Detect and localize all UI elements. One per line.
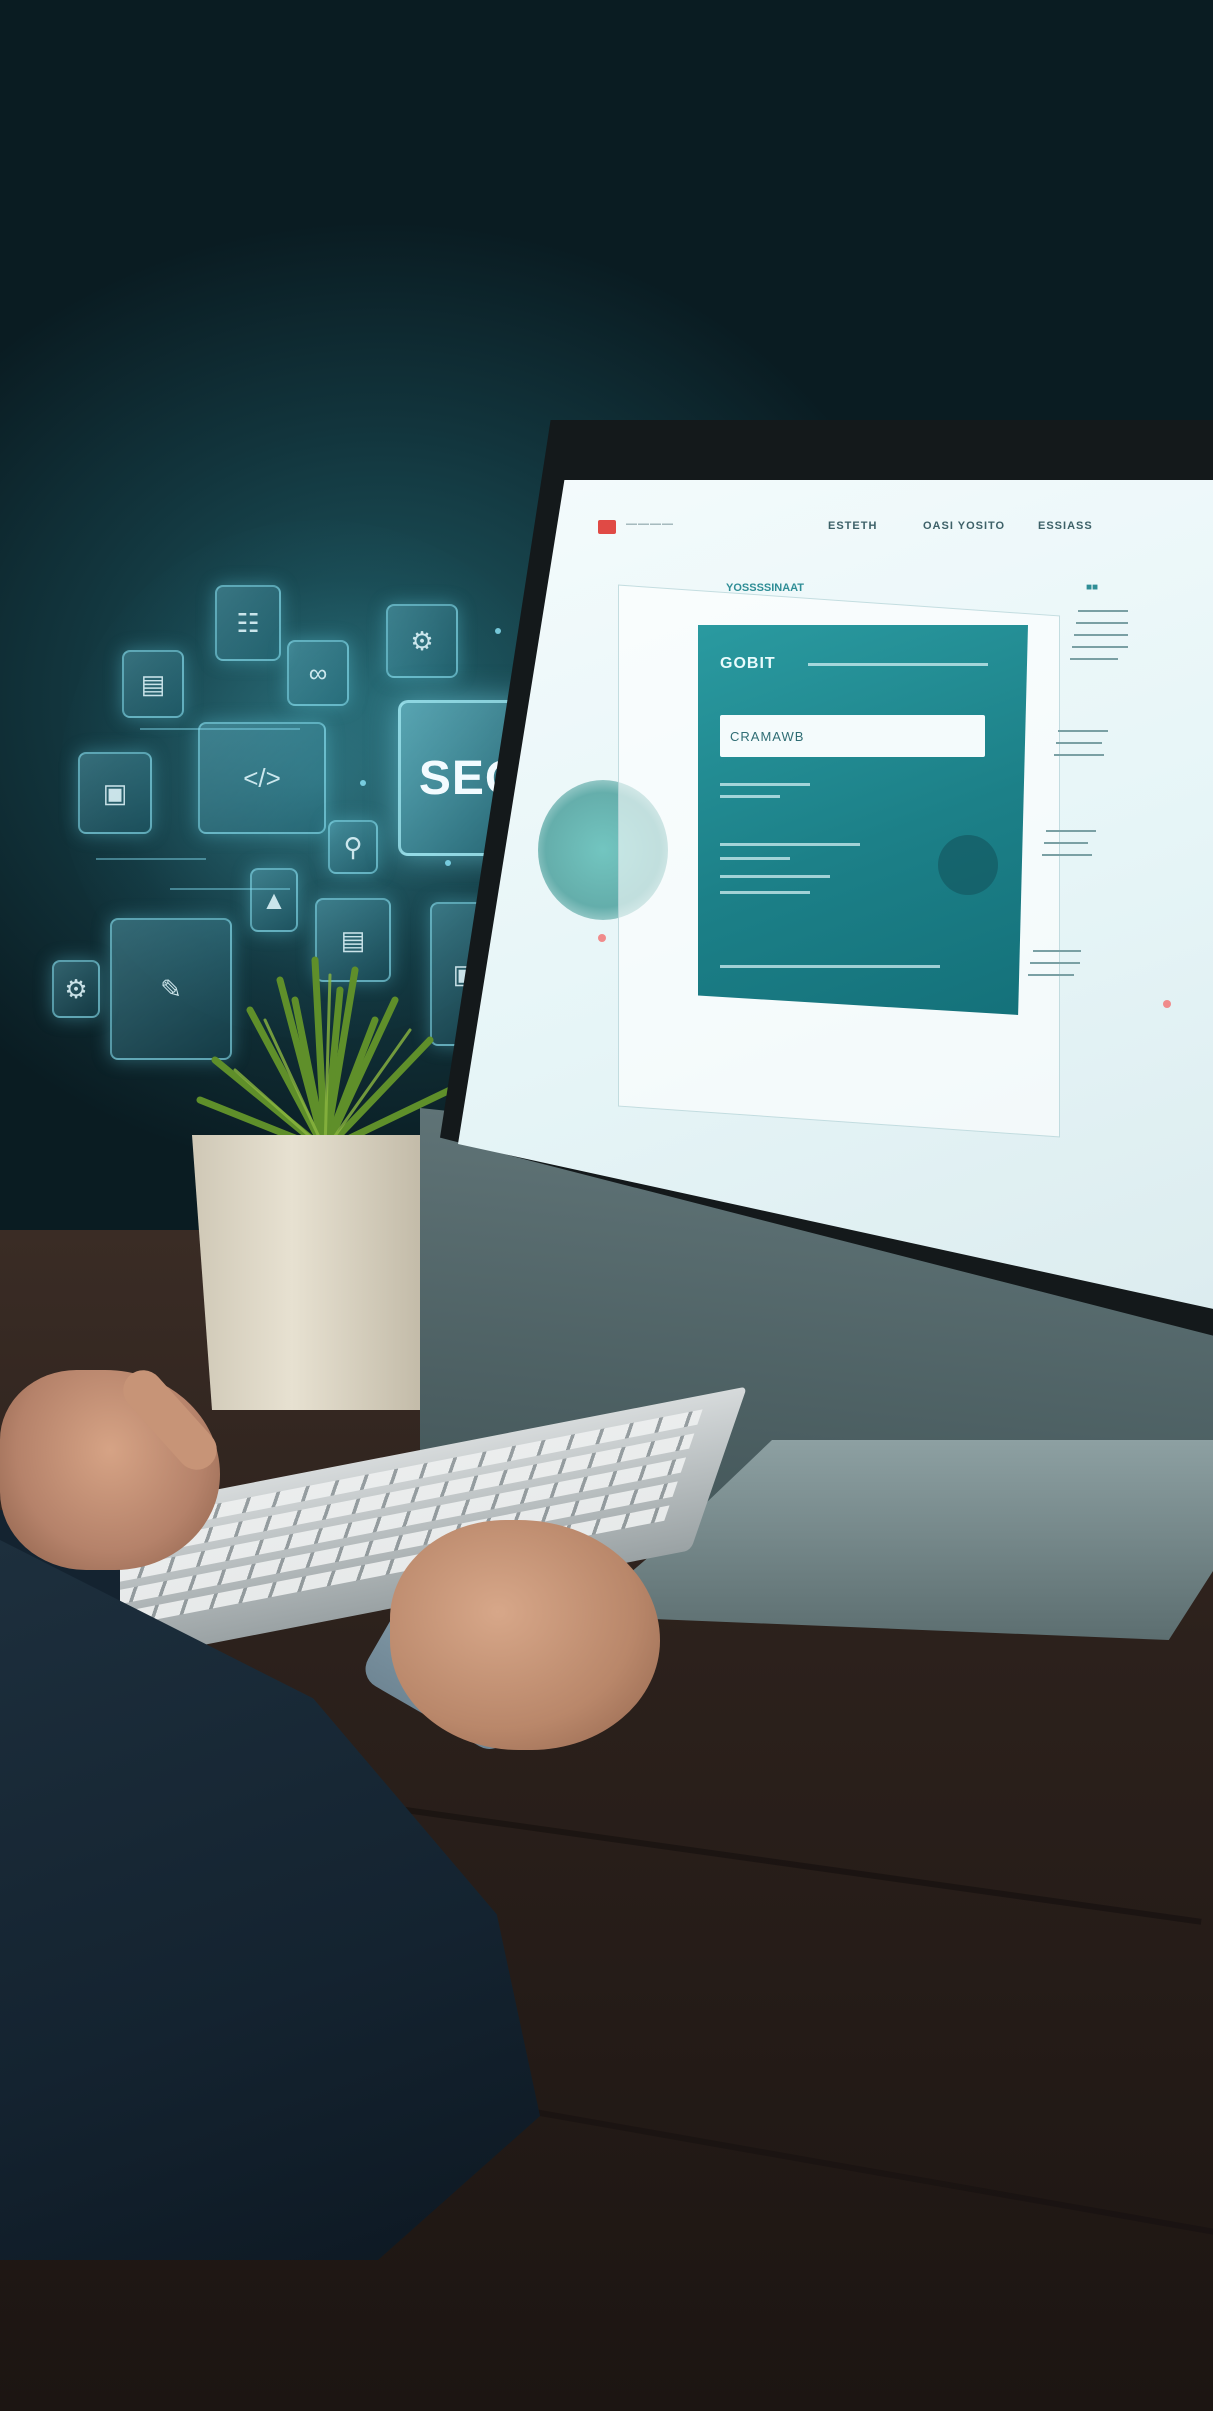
hero-text-line — [720, 795, 780, 798]
settings-icon: ⚙ — [386, 604, 458, 678]
sidebar-line — [1072, 646, 1128, 648]
hero-card: GOBIT CRAMAWB — [698, 625, 1028, 1015]
sidebar-line — [1033, 950, 1081, 952]
document-icon: ☷ — [215, 585, 281, 661]
sidebar-line — [1074, 634, 1128, 636]
hero-text-line — [720, 843, 860, 846]
link-icon: ∞ — [287, 640, 349, 706]
image-icon: ▣ — [78, 752, 152, 834]
decorative-dot — [1163, 1000, 1171, 1008]
analytics-icon: ▲ — [250, 868, 298, 932]
sidebar-line — [1058, 730, 1108, 732]
hero-text-line — [720, 891, 810, 894]
sidebar-line — [1028, 974, 1074, 976]
hero-graphic — [938, 835, 998, 895]
sidebar-line — [1042, 854, 1092, 856]
sidebar-line — [1070, 658, 1118, 660]
hero-text-line — [808, 663, 988, 666]
hologram-dot — [360, 780, 366, 786]
hologram-dot — [495, 628, 501, 634]
nav-link[interactable]: ESSIASS — [1038, 520, 1093, 532]
sidebar-line — [1078, 610, 1128, 612]
connector-line — [140, 728, 300, 730]
hero-text-line — [720, 857, 790, 860]
sidebar-line — [1030, 962, 1080, 964]
search-icon: ⚲ — [328, 820, 378, 874]
site-brand: ———— — [626, 518, 674, 530]
hologram-dot — [445, 860, 451, 866]
chart-icon: ▤ — [122, 650, 184, 718]
sidebar-line — [1044, 842, 1088, 844]
hero-text-line — [720, 783, 810, 786]
sidebar-line — [1054, 754, 1104, 756]
hero-text-line — [720, 875, 830, 878]
hero-title: GOBIT — [720, 655, 776, 672]
hero-search-bar[interactable]: CRAMAWB — [720, 715, 985, 757]
sidebar-line — [1056, 742, 1102, 744]
nav-link[interactable]: OASI YOSITO — [923, 520, 1005, 532]
settings-icon: ⚙ — [52, 960, 100, 1018]
connector-line — [170, 888, 290, 890]
hero-search-text: CRAMAWB — [730, 728, 805, 744]
site-logo-icon — [598, 520, 616, 534]
plant-pot — [192, 1135, 442, 1410]
nav-link[interactable]: ESTETH — [828, 520, 877, 532]
decorative-dot — [598, 934, 606, 942]
sidebar-heading: ■■ — [1086, 582, 1099, 593]
hero-text-line — [720, 965, 940, 968]
sidebar-line — [1076, 622, 1128, 624]
photo-scene: ☷ ▤ ∞ ⚙ ▣ </> ⚲ ▲ ✎ ▤ ▣ ⚙ SEO ———— ESTET… — [0, 0, 1213, 2411]
code-icon: </> — [198, 722, 326, 834]
connector-line — [96, 858, 206, 860]
sidebar-line — [1046, 830, 1096, 832]
